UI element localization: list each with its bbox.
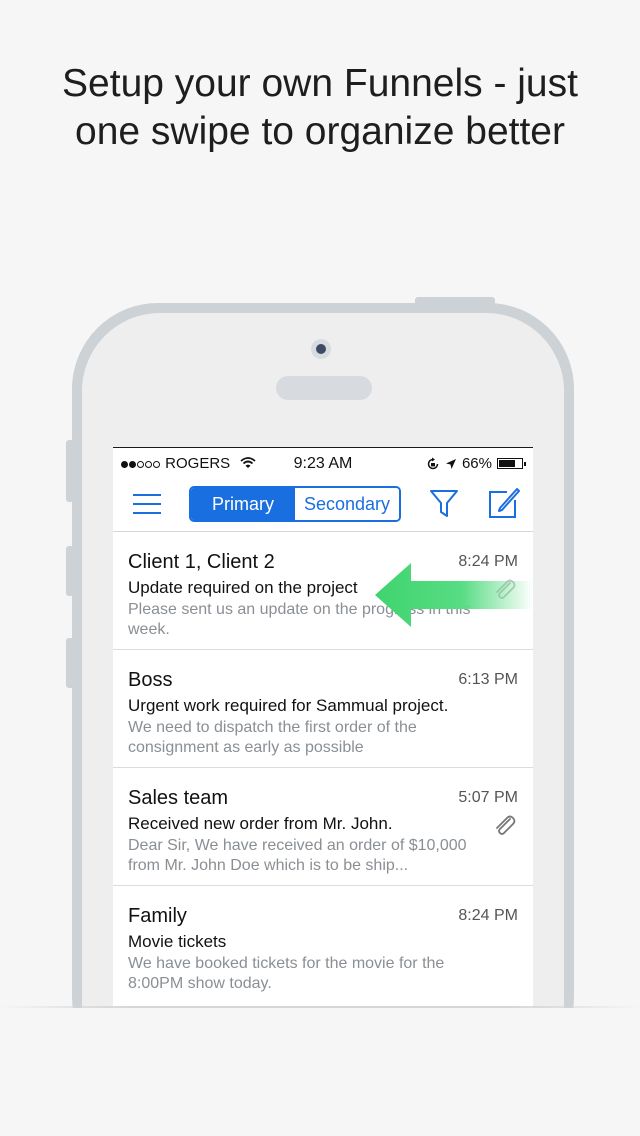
rotation-lock-icon bbox=[427, 457, 439, 469]
email-subject: Urgent work required for Sammual project… bbox=[128, 696, 449, 715]
headline-line-2: one swipe to organize better bbox=[75, 110, 565, 153]
bottom-background bbox=[0, 1008, 640, 1136]
battery-icon bbox=[497, 458, 526, 469]
email-time: 6:13 PM bbox=[458, 671, 518, 688]
headline-line-1: Setup your own Funnels - just bbox=[62, 62, 578, 105]
compose-icon[interactable] bbox=[487, 486, 521, 520]
email-preview: Dear Sir, We have received an order of $… bbox=[128, 837, 467, 874]
earpiece-speaker bbox=[276, 376, 372, 400]
tab-primary[interactable]: Primary bbox=[191, 488, 295, 520]
email-preview: We need to dispatch the first order of t… bbox=[128, 719, 417, 756]
location-arrow-icon bbox=[445, 458, 456, 469]
tab-secondary[interactable]: Secondary bbox=[295, 488, 399, 520]
email-time: 5:07 PM bbox=[458, 789, 518, 806]
attachment-icon bbox=[496, 815, 516, 835]
email-row[interactable]: Boss 6:13 PM Urgent work required for Sa… bbox=[113, 650, 533, 768]
email-subject: Received new order from Mr. John. bbox=[128, 814, 393, 833]
email-time: 8:24 PM bbox=[458, 907, 518, 924]
email-subject: Movie tickets bbox=[128, 932, 227, 951]
inbox-segmented-control: Primary Secondary bbox=[189, 486, 401, 522]
hamburger-menu-icon[interactable] bbox=[133, 492, 161, 516]
email-row[interactable]: Sales team 5:07 PM Received new order fr… bbox=[113, 768, 533, 886]
status-right: 66% bbox=[426, 455, 526, 472]
front-camera bbox=[311, 339, 331, 359]
battery-percent: 66% bbox=[461, 455, 492, 472]
phone-screen: ROGERS 9:23 AM 66% Primary Secondary Cli… bbox=[113, 447, 533, 1008]
headline: Setup your own Funnels - just one swipe … bbox=[0, 60, 640, 156]
mail-toolbar: Primary Secondary bbox=[113, 478, 533, 532]
email-row[interactable]: Family 8:24 PM Movie tickets We have boo… bbox=[113, 886, 533, 1004]
status-bar: ROGERS 9:23 AM 66% bbox=[113, 448, 533, 478]
funnel-icon[interactable] bbox=[429, 488, 459, 520]
swipe-left-arrow-icon bbox=[375, 563, 533, 627]
email-preview: We have booked tickets for the movie for… bbox=[128, 955, 445, 992]
